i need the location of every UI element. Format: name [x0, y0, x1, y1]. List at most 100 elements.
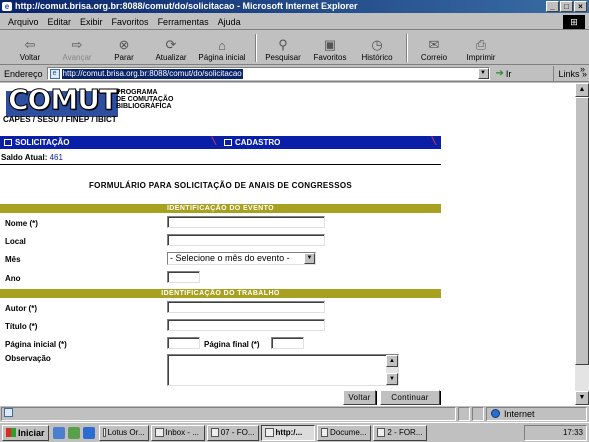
- address-bar: Endereço e http://comut.brisa.org.br:808…: [0, 66, 589, 82]
- refresh-icon: ⟳: [165, 37, 177, 52]
- observacao-textarea[interactable]: ▲ ▼: [167, 354, 399, 386]
- page-status-icon: [4, 407, 13, 417]
- system-tray: 17:33: [523, 425, 587, 441]
- toolbar-separator: [406, 34, 408, 62]
- back-arrow-icon: ⇦: [24, 37, 36, 52]
- document-icon: [4, 139, 12, 146]
- menu-ferramentas[interactable]: Ferramentas: [158, 17, 209, 27]
- corner-mark-icon: ╲: [431, 138, 436, 145]
- status-text: [1, 406, 456, 421]
- nav-solicitacao[interactable]: SOLICITAÇÃO ╲: [0, 136, 220, 149]
- label-local: Local: [5, 237, 26, 246]
- zone-indicator: Internet: [486, 406, 587, 421]
- textarea-scrollbar[interactable]: ▲ ▼: [386, 355, 398, 385]
- saldo-atual: Saldo Atual: 461: [1, 153, 63, 162]
- search-icon: ⚲: [278, 37, 288, 52]
- favorites-button[interactable]: ▣ Favoritos: [308, 32, 352, 64]
- ie-icon: [264, 428, 274, 437]
- task-docume[interactable]: Docume...: [316, 424, 371, 441]
- ano-input[interactable]: [167, 271, 200, 283]
- history-button[interactable]: ◷ Histórico: [355, 32, 399, 64]
- close-button[interactable]: ×: [574, 1, 587, 12]
- logo-word: COMUT: [7, 83, 118, 116]
- word-icon: [376, 428, 386, 437]
- task-form[interactable]: 2 - FOR...: [372, 424, 427, 441]
- refresh-button[interactable]: ⟳ Atualizar: [149, 32, 193, 64]
- word-icon: [320, 428, 329, 437]
- scroll-up-icon[interactable]: ▲: [575, 83, 589, 97]
- desktop-icon[interactable]: [52, 426, 65, 439]
- page-scrollbar[interactable]: ▲ ▼: [575, 83, 589, 405]
- nome-input[interactable]: [167, 216, 325, 228]
- task-browser[interactable]: http:/...: [260, 424, 315, 441]
- address-input[interactable]: e http://comut.brisa.org.br:8088/comut/d…: [46, 67, 490, 80]
- label-observacao: Observação: [5, 354, 51, 363]
- autor-input[interactable]: [167, 301, 325, 313]
- status-cell: [458, 406, 470, 421]
- nav-cadastro[interactable]: CADASTRO ╲: [220, 136, 440, 149]
- globe-icon: [491, 409, 500, 418]
- go-button[interactable]: ➔ Ir: [496, 68, 512, 79]
- task-lotus[interactable]: Lotus Or...: [98, 424, 149, 441]
- voltar-button[interactable]: Voltar: [343, 390, 376, 405]
- scrollbar-thumb[interactable]: [575, 97, 589, 365]
- forward-arrow-icon: ⇨: [71, 37, 83, 52]
- title-bar: e http://comut.brisa.org.br:8088/comut/d…: [0, 0, 589, 13]
- menu-editar[interactable]: Editar: [48, 17, 72, 27]
- label-autor: Autor (*): [5, 304, 37, 313]
- toolbar-separator: [255, 34, 257, 62]
- menu-exibir[interactable]: Exibir: [80, 17, 103, 27]
- page-content: COMUT PROGRAMA DE COMUTAÇÃO BIBLIOGRÁFIC…: [0, 83, 575, 405]
- document-icon: [224, 139, 232, 146]
- search-button[interactable]: ⚲ Pesquisar: [261, 32, 305, 64]
- form-title: FORMULÁRIO PARA SOLICITAÇÃO DE ANAIS DE …: [88, 181, 352, 190]
- home-button[interactable]: ⌂ Página inicial: [196, 32, 248, 64]
- app-icon: [154, 428, 164, 437]
- forward-button[interactable]: ⇨ Avançar: [55, 32, 99, 64]
- mail-icon: ✉: [428, 37, 440, 52]
- start-button[interactable]: Iniciar: [2, 424, 49, 441]
- local-input[interactable]: [167, 234, 325, 246]
- stop-button[interactable]: ⊗ Parar: [102, 32, 146, 64]
- partners-text: CAPES / SESU / FINEP / IBICT: [3, 115, 117, 124]
- menu-arquivo[interactable]: Arquivo: [8, 17, 39, 27]
- go-arrow-icon: ➔: [495, 68, 504, 79]
- quick-launch: [52, 426, 95, 439]
- section-work-header: IDENTIFICAÇÃO DO TRABALHO: [0, 289, 441, 298]
- window-title: http://comut.brisa.org.br:8088/comut/do/…: [15, 1, 358, 11]
- links-button[interactable]: Links »: [553, 66, 587, 82]
- menu-ajuda[interactable]: Ajuda: [218, 17, 241, 27]
- print-button[interactable]: ⎙ Imprimir: [459, 32, 503, 64]
- ie-quicklaunch-icon[interactable]: [82, 426, 95, 439]
- logo-subtitle: PROGRAMA DE COMUTAÇÃO BIBLIOGRÁFICA: [116, 89, 174, 110]
- minimize-button[interactable]: _: [546, 1, 559, 12]
- address-dropdown-icon[interactable]: ▼: [477, 68, 489, 79]
- toolbar: ⇦ Voltar ⇨ Avançar ⊗ Parar ⟳ Atualizar ⌂ Pági…: [0, 31, 589, 74]
- status-bar: Internet: [0, 405, 589, 421]
- outlook-icon[interactable]: [67, 426, 80, 439]
- mail-button[interactable]: ✉ Correio: [412, 32, 456, 64]
- mes-select[interactable]: - Selecione o mês do evento - ▼: [167, 252, 316, 265]
- history-icon: ◷: [371, 37, 383, 52]
- continuar-button[interactable]: Continuar: [380, 390, 440, 405]
- menu-favoritos[interactable]: Favoritos: [112, 17, 149, 27]
- titulo-input[interactable]: [167, 319, 325, 331]
- label-pagina-final: Página final (*): [204, 340, 260, 349]
- divider: [0, 164, 441, 165]
- label-ano: Ano: [5, 274, 21, 283]
- scroll-down-icon[interactable]: ▼: [575, 391, 589, 405]
- back-button[interactable]: ⇦ Voltar: [8, 32, 52, 64]
- section-event-header: IDENTIFICAÇÃO DO EVENTO: [0, 204, 441, 213]
- task-inbox[interactable]: Inbox - ...: [150, 424, 205, 441]
- nav-bar: SOLICITAÇÃO ╲ CADASTRO ╲: [0, 136, 441, 149]
- maximize-button[interactable]: □: [560, 1, 573, 12]
- print-icon: ⎙: [475, 37, 487, 52]
- pagina-final-input[interactable]: [271, 337, 304, 349]
- clock[interactable]: 17:33: [563, 428, 583, 437]
- favorites-icon: ▣: [323, 37, 337, 52]
- scroll-down-icon[interactable]: ▼: [386, 373, 398, 385]
- scroll-up-icon[interactable]: ▲: [386, 355, 398, 367]
- pagina-inicial-input[interactable]: [167, 337, 200, 349]
- task-folder[interactable]: 07 - FO...: [206, 424, 259, 441]
- address-url: http://comut.brisa.org.br:8088/comut/do/…: [61, 68, 243, 79]
